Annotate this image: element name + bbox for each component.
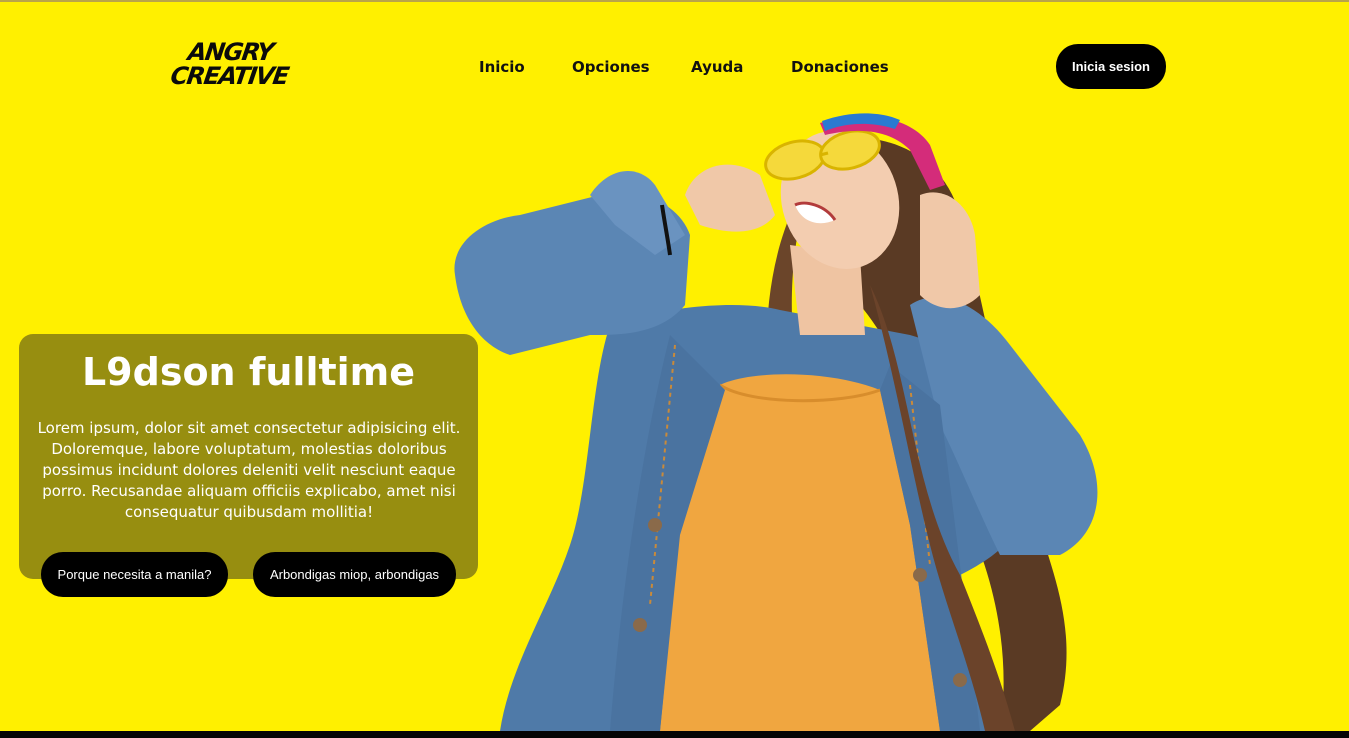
logo-line-2: CREATIVE — [168, 62, 290, 90]
nav-item-ayuda[interactable]: Ayuda — [691, 58, 743, 76]
hero-title: L9dson fulltime — [81, 350, 416, 394]
logo-line-1: ANGRY — [186, 38, 275, 66]
manila-button[interactable]: Porque necesita a manila? — [41, 552, 228, 597]
bottom-border — [0, 731, 1349, 738]
hero-image — [454, 113, 1098, 731]
arbondigas-button[interactable]: Arbondigas miop, arbondigas — [253, 552, 456, 597]
nav-item-opciones[interactable]: Opciones — [572, 58, 650, 76]
top-border — [0, 0, 1349, 2]
brand-logo[interactable]: ANGRY CREATIVE — [168, 38, 294, 94]
login-button[interactable]: Inicia sesion — [1056, 44, 1166, 89]
nav-item-inicio[interactable]: Inicio — [479, 58, 525, 76]
hero-description: Lorem ipsum, dolor sit amet consectetur … — [37, 419, 461, 521]
nav-item-donaciones[interactable]: Donaciones — [791, 58, 889, 76]
